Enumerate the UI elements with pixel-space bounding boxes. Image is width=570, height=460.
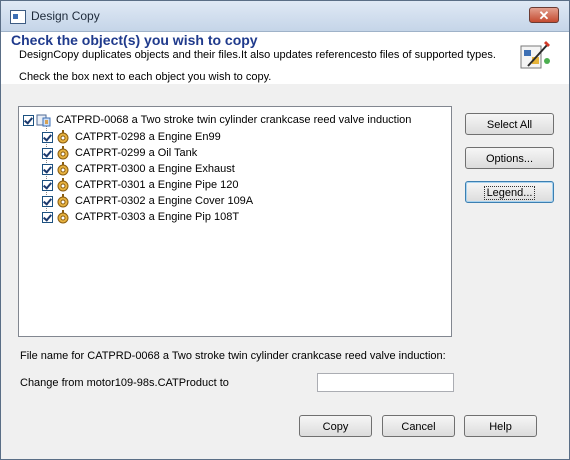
child-checkbox[interactable] [42,211,53,223]
root-checkbox[interactable] [23,114,34,126]
child-label: CATPRT-0299 a Oil Tank [75,147,198,159]
object-tree[interactable]: CATPRD-0068 a Two stroke twin cylinder c… [18,106,452,337]
dialog-header: Check the object(s) you wish to copy Des… [1,32,569,84]
header-instruction: Check the box next to each object you wi… [19,71,272,83]
close-button[interactable]: ✕ [529,7,559,23]
tree-child-node[interactable]: CATPRT-0303 a Engine Pip 108T [42,209,239,225]
child-label: CATPRT-0301 a Engine Pipe 120 [75,179,239,191]
tree-root-node[interactable]: CATPRD-0068 a Two stroke twin cylinder c… [23,112,411,128]
root-label: CATPRD-0068 a Two stroke twin cylinder c… [56,114,412,126]
child-label: CATPRT-0298 a Engine En99 [75,131,221,143]
options-button[interactable]: Options... [465,147,554,169]
part-gear-icon [57,210,69,224]
child-checkbox[interactable] [42,179,53,191]
child-checkbox[interactable] [42,131,53,143]
tree-child-node[interactable]: CATPRT-0301 a Engine Pipe 120 [42,177,238,193]
design-copy-dialog: Design Copy ✕ Check the object(s) you wi… [0,0,570,460]
part-gear-icon [57,162,69,176]
legend-button[interactable]: Legend... [465,181,554,203]
change-from-label: Change from motor109-98s.CATProduct to [20,377,229,389]
child-label: CATPRT-0302 a Engine Cover 109A [75,195,254,207]
new-filename-input[interactable] [317,373,454,392]
filename-label: File name for CATPRD-0068 a Two stroke t… [20,350,446,362]
part-gear-icon [57,146,69,160]
window-icon [10,10,26,24]
header-description: DesignCopy duplicates objects and their … [19,49,496,61]
window-title: Design Copy [31,9,100,23]
part-gear-icon [57,194,69,208]
tree-child-node[interactable]: CATPRT-0299 a Oil Tank [42,145,197,161]
product-icon [36,114,51,127]
title-bar[interactable]: Design Copy ✕ [1,1,569,32]
child-checkbox[interactable] [42,163,53,175]
child-checkbox[interactable] [42,147,53,159]
child-label: CATPRT-0303 a Engine Pip 108T [75,211,240,223]
tree-child-node[interactable]: CATPRT-0300 a Engine Exhaust [42,161,235,177]
child-label: CATPRT-0300 a Engine Exhaust [75,163,235,175]
cancel-button[interactable]: Cancel [382,415,455,437]
tree-child-node[interactable]: CATPRT-0298 a Engine En99 [42,129,221,145]
part-gear-icon [57,178,69,192]
select-all-button[interactable]: Select All [465,113,554,135]
help-button[interactable]: Help [464,415,537,437]
copy-button[interactable]: Copy [299,415,372,437]
legend-button-label: Legend... [483,186,536,200]
header-title: Check the object(s) you wish to copy [11,32,258,48]
part-gear-icon [57,130,69,144]
wizard-icon [520,41,550,69]
tree-child-node[interactable]: CATPRT-0302 a Engine Cover 109A [42,193,253,209]
child-checkbox[interactable] [42,195,53,207]
